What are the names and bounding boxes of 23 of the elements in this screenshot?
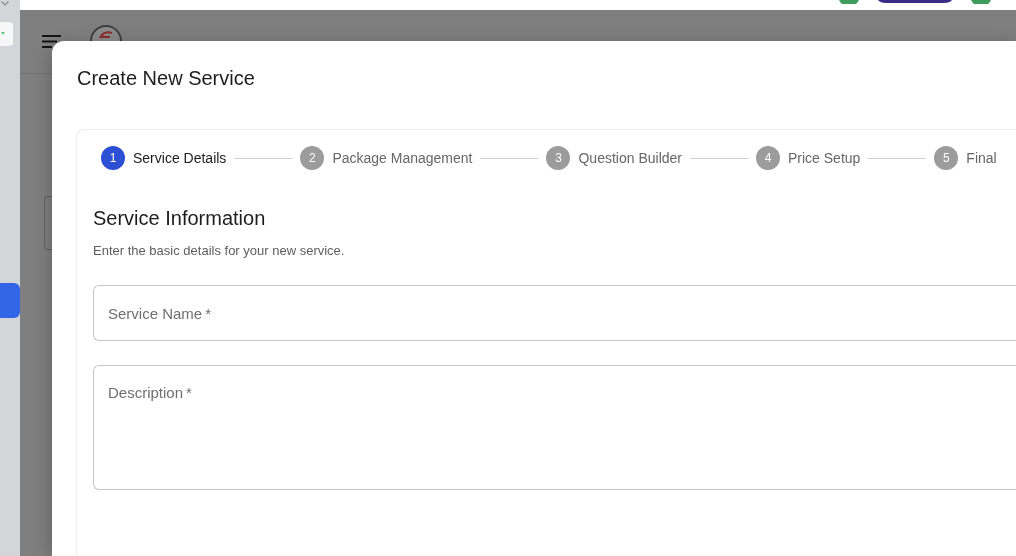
sidebar-tab-marker[interactable] [0,283,20,318]
logo-icon [90,25,122,41]
step-label: Final [966,148,997,168]
step-label: Question Builder [578,148,682,168]
menu-icon[interactable] [42,35,61,48]
step-label: Price Setup [788,148,861,168]
round-icon[interactable] [970,0,992,4]
round-icon[interactable] [838,0,860,4]
dialog-title: Create New Service [76,66,255,91]
step-number: 4 [756,146,780,170]
pill-shape[interactable] [878,0,952,3]
section-description: Enter the basic details for your new service. [93,242,345,260]
step-label: Service Details [133,148,227,168]
service-name-field[interactable]: Service Name * [93,285,1016,341]
step-number: 3 [546,146,571,170]
chevron-down-icon[interactable] [1,1,9,6]
step-label: Package Management [332,148,473,168]
description-field[interactable]: Description * [93,365,1016,490]
step-number: 2 [300,146,325,170]
step-number: 5 [934,146,959,170]
step-number: 1 [101,146,125,170]
section-title: Service Information [93,206,266,231]
tile-icon[interactable] [0,22,13,46]
